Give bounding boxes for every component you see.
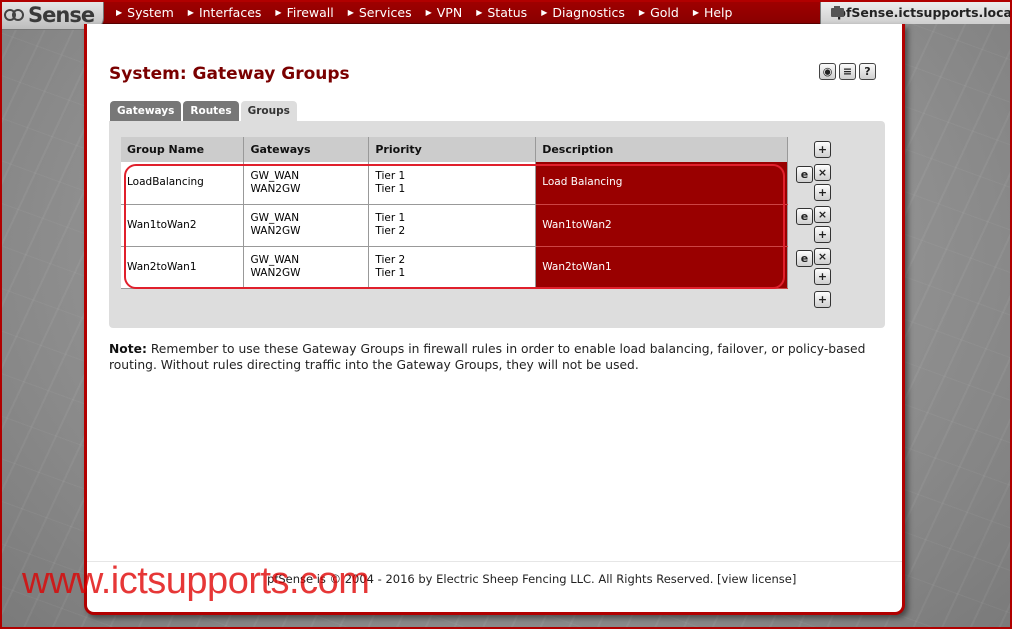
gateway-entry: WAN2GW xyxy=(250,267,301,279)
menu-diagnostics-label: Diagnostics xyxy=(552,4,625,20)
menu-help[interactable]: ▶ Help xyxy=(693,5,733,20)
tab-bar: Gateways Routes Groups xyxy=(110,101,297,121)
menu-firewall[interactable]: ▶ Firewall xyxy=(275,5,333,20)
menu-gold-label: Gold xyxy=(650,4,679,20)
delete-icon[interactable]: × xyxy=(814,248,831,265)
group-name-cell: Wan1toWan2 xyxy=(121,204,245,247)
gateway-entry: GW_WAN xyxy=(250,169,300,182)
description-cell: Wan2toWan1 xyxy=(535,246,788,289)
column-header-group-name: Group Name xyxy=(121,137,245,162)
table-row[interactable]: Wan1toWan2 GW_WAN WAN2GW Tier 1 Tier 2 Wan… xyxy=(121,204,788,247)
menu-help-label: Help xyxy=(703,4,733,20)
menu-firewall-label: Firewall xyxy=(286,4,334,20)
column-header-description: Description xyxy=(535,137,788,162)
gateways-cell: GW_WAN WAN2GW xyxy=(243,204,370,247)
column-header-gateways: Gateways xyxy=(243,137,370,162)
menu-status[interactable]: ▶ Status xyxy=(476,5,527,20)
priority-entry: Tier 1 xyxy=(375,182,406,195)
priority-cell: Tier 1 Tier 2 xyxy=(368,204,537,247)
logo-pf-icon xyxy=(4,7,26,23)
tab-content: Group Name Gateways Priority Description… xyxy=(109,121,885,328)
edit-icon[interactable]: e xyxy=(796,250,813,267)
add-based-on-icon[interactable]: + xyxy=(814,268,831,285)
add-group-icon[interactable]: + xyxy=(814,141,831,158)
add-based-on-icon[interactable]: + xyxy=(814,226,831,243)
menu-vpn-label: VPN xyxy=(436,4,463,20)
add-based-on-icon[interactable]: + xyxy=(814,184,831,201)
note-label: Note: xyxy=(109,342,147,356)
table-row[interactable]: Wan2toWan1 GW_WAN WAN2GW Tier 2 Tier 1 Wan… xyxy=(121,246,788,289)
menu-arrow-icon: ▶ xyxy=(275,7,282,17)
page-title: System: Gateway Groups xyxy=(109,64,350,84)
menu-diagnostics[interactable]: ▶ Diagnostics xyxy=(541,5,625,20)
menu-vpn[interactable]: ▶ VPN xyxy=(426,5,463,20)
menu-arrow-icon: ▶ xyxy=(347,7,354,17)
group-name-cell: Wan2toWan1 xyxy=(121,246,245,289)
gateways-cell: GW_WAN WAN2GW xyxy=(243,162,370,205)
delete-icon[interactable]: × xyxy=(814,206,831,223)
menu-arrow-icon: ▶ xyxy=(692,7,699,17)
menu-system[interactable]: ▶ System xyxy=(116,5,174,20)
menu-arrow-icon: ▶ xyxy=(476,7,483,17)
status-icon[interactable]: ◉ xyxy=(819,63,836,80)
logo-text: Sense xyxy=(28,2,95,27)
menu-interfaces-label: Interfaces xyxy=(198,4,262,20)
menu-arrow-icon: ▶ xyxy=(187,7,194,17)
main-content-panel: System: Gateway Groups ◉ ≡ ? Gateways Ro… xyxy=(84,24,905,615)
page-title-actions: ◉ ≡ ? xyxy=(819,63,876,80)
note-body: Remember to use these Gateway Groups in … xyxy=(109,342,866,372)
delete-icon[interactable]: × xyxy=(814,164,831,181)
menu-services-label: Services xyxy=(358,4,412,20)
priority-cell: Tier 1 Tier 1 xyxy=(368,162,537,205)
edit-icon[interactable]: e xyxy=(796,166,813,183)
menu-status-label: Status xyxy=(487,4,528,20)
gateway-entry: GW_WAN xyxy=(250,254,300,266)
gateway-entry: GW_WAN xyxy=(250,212,300,224)
note-text: Note: Remember to use these Gateway Grou… xyxy=(109,341,879,373)
menu-gold[interactable]: ▶ Gold xyxy=(639,5,679,20)
menu-services[interactable]: ▶ Services xyxy=(348,5,412,20)
menu-arrow-icon: ▶ xyxy=(638,7,646,17)
footer-divider xyxy=(87,561,902,562)
priority-entry: Tier 1 xyxy=(375,212,406,224)
table-header-row: Group Name Gateways Priority Description xyxy=(121,137,788,162)
description-cell: Load Balancing xyxy=(535,162,788,205)
group-name-cell: LoadBalancing xyxy=(121,162,245,205)
top-navigation-bar: ▶ System ▶ Interfaces ▶ Firewall ▶ Services … xyxy=(0,0,1012,24)
priority-cell: Tier 2 Tier 1 xyxy=(368,246,537,289)
priority-entry: Tier 1 xyxy=(375,169,406,182)
description-cell: Wan1toWan2 xyxy=(535,204,788,247)
edit-icon[interactable]: e xyxy=(796,208,813,225)
log-icon[interactable]: ≡ xyxy=(839,63,856,80)
gateways-cell: GW_WAN WAN2GW xyxy=(243,246,370,289)
priority-entry: Tier 2 xyxy=(375,225,406,237)
gateway-groups-table: Group Name Gateways Priority Description… xyxy=(121,137,788,289)
hostname-display: pfSense.ictsupports.local xyxy=(820,0,1012,24)
help-icon[interactable]: ? xyxy=(859,63,876,80)
column-header-priority: Priority xyxy=(368,137,537,162)
tab-groups[interactable]: Groups xyxy=(240,101,297,121)
menu-arrow-icon: ▶ xyxy=(541,7,548,17)
footer-copyright: pfSense is © 2004 - 2016 by Electric She… xyxy=(267,572,797,586)
gateway-entry: WAN2GW xyxy=(250,225,301,237)
add-group-icon[interactable]: + xyxy=(814,291,831,308)
main-menu: ▶ System ▶ Interfaces ▶ Firewall ▶ Services … xyxy=(116,0,746,24)
hostname-text: pfSense.ictsupports.local xyxy=(837,4,1012,20)
tab-routes[interactable]: Routes xyxy=(183,101,239,121)
menu-arrow-icon: ▶ xyxy=(425,7,432,17)
menu-interfaces[interactable]: ▶ Interfaces xyxy=(188,5,262,20)
table-row[interactable]: LoadBalancing GW_WAN WAN2GW Tier 1 Tier 1 … xyxy=(121,162,788,205)
priority-entry: Tier 2 xyxy=(375,254,406,266)
menu-system-label: System xyxy=(127,4,174,20)
gateway-entry: WAN2GW xyxy=(250,182,301,195)
tab-gateways[interactable]: Gateways xyxy=(110,101,182,121)
priority-entry: Tier 1 xyxy=(375,267,406,279)
menu-arrow-icon: ▶ xyxy=(116,7,123,17)
